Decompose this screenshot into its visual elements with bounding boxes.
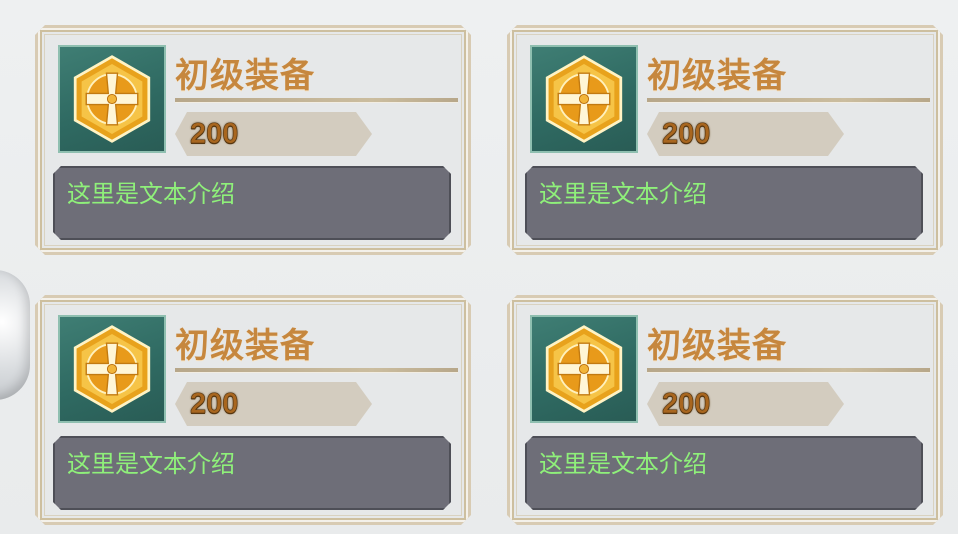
title-divider [647,98,930,103]
item-description: 这里是文本介绍 [67,450,235,478]
description-box: 这里是文本介绍 [53,436,451,510]
equipment-card[interactable]: 初级装备 200 这里是文本介绍 [507,295,943,525]
price-tag: 200 [647,382,844,426]
equipment-card[interactable]: 初级装备 200 这里是文本介绍 [35,295,471,525]
price-tag: 200 [175,112,372,156]
item-title: 初级装备 [647,56,787,96]
item-icon-frame [530,45,638,153]
price-tag: 200 [647,112,844,156]
item-description: 这里是文本介绍 [539,450,707,478]
item-title: 初级装备 [647,326,787,366]
item-icon-frame [58,315,166,423]
item-title: 初级装备 [175,56,315,96]
item-price: 200 [662,118,711,150]
description-box: 这里是文本介绍 [53,166,451,240]
title-divider [647,368,930,373]
golden-cross-emblem-icon [538,53,630,145]
description-box: 这里是文本介绍 [525,436,923,510]
item-price: 200 [190,388,239,420]
title-divider [175,98,458,103]
item-description: 这里是文本介绍 [539,180,707,208]
golden-cross-emblem-icon [538,323,630,415]
item-price: 200 [662,388,711,420]
background-decoration [0,270,30,400]
golden-cross-emblem-icon [66,53,158,145]
golden-cross-emblem-icon [66,323,158,415]
equipment-card[interactable]: 初级装备 200 这里是文本介绍 [35,25,471,255]
price-tag: 200 [175,382,372,426]
item-icon-frame [530,315,638,423]
item-price: 200 [190,118,239,150]
item-description: 这里是文本介绍 [67,180,235,208]
title-divider [175,368,458,373]
item-title: 初级装备 [175,326,315,366]
equipment-card[interactable]: 初级装备 200 这里是文本介绍 [507,25,943,255]
description-box: 这里是文本介绍 [525,166,923,240]
item-icon-frame [58,45,166,153]
